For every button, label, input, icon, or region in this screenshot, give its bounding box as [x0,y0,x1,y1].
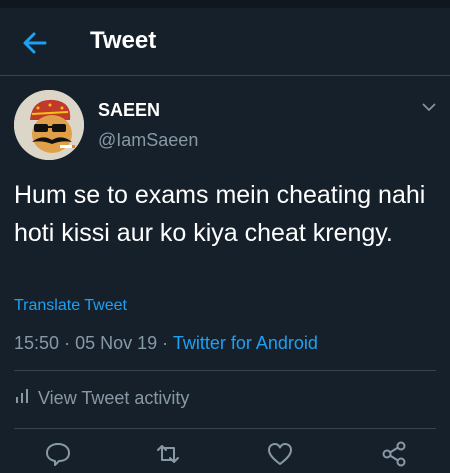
reply-icon[interactable] [44,440,72,468]
status-bar [0,0,450,8]
retweet-icon[interactable] [154,440,182,468]
view-tweet-activity-label: View Tweet activity [38,388,190,408]
divider [14,370,436,371]
meta-separator: · [162,333,169,353]
meta-separator: · [64,333,71,353]
chevron-down-icon[interactable] [420,100,438,114]
tweet-date: 05 Nov 19 [75,333,158,353]
top-bar: Tweet [0,8,450,76]
share-icon[interactable] [380,440,408,468]
page-title: Tweet [90,27,157,54]
like-icon[interactable] [266,440,294,468]
view-tweet-activity-button[interactable]: View Tweet activity [14,388,189,409]
back-arrow-icon[interactable] [20,28,50,58]
avatar[interactable] [14,90,84,160]
divider [14,428,436,429]
author-handle[interactable]: @IamSaeen [98,130,198,151]
bar-chart-icon [14,388,30,409]
translate-tweet-link[interactable]: Translate Tweet [14,297,127,315]
tweet-meta: 15:50 · 05 Nov 19 · Twitter for Android [14,333,318,354]
tweet-text: Hum se to exams mein cheating nahi hoti … [14,181,426,247]
tweet-source-link[interactable]: Twitter for Android [173,333,318,353]
author-name[interactable]: SAEEN [98,100,160,121]
tweet-time: 15:50 [14,333,60,353]
